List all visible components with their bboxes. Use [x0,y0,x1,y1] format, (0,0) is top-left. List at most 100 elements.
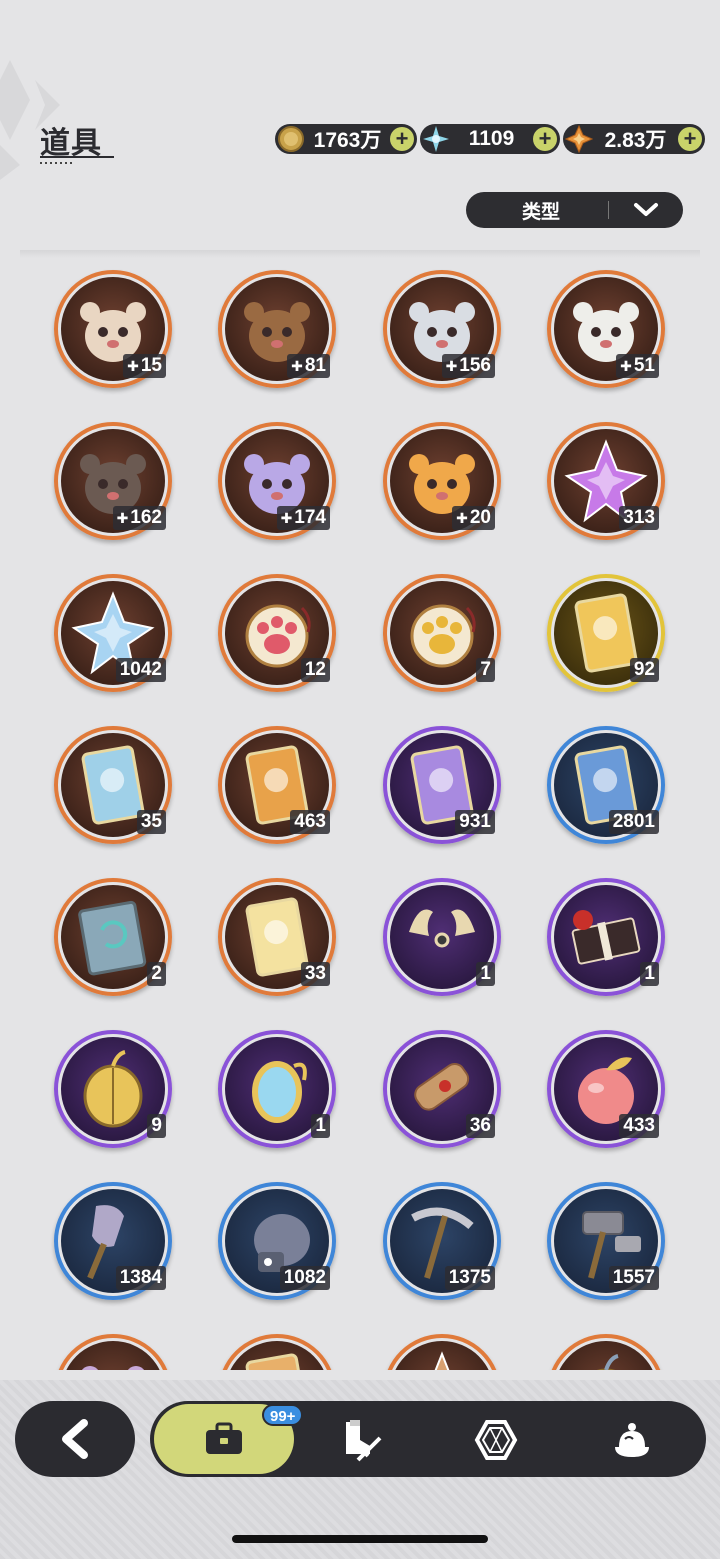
item-count-value: 1082 [283,1267,326,1288]
item-count-value: 12 [304,659,326,680]
currency-gold: 1763万 + [275,124,417,154]
add-gold-button[interactable]: + [390,127,414,151]
item-bear-plush-fragment[interactable]: ✚ 81 [218,270,336,388]
item-count-value: 36 [469,1115,491,1136]
item-count-value: 92 [633,659,655,680]
magic-mirror-icon [252,1061,307,1123]
golden-beetle-icon [83,1050,143,1128]
item-count: ✚ 162 [112,506,166,530]
item-rainbow-character-card[interactable]: 35 [54,726,172,844]
item-orange-character-card[interactable]: 463 [218,726,336,844]
currency-value: 1109 [468,127,515,150]
fragment-icon: ✚ [127,358,139,374]
briefcase-icon [206,1422,242,1454]
item-cat-plush-fragment[interactable]: ✚ 15 [54,270,172,388]
header-divider [20,250,700,258]
fragment-icon: ✚ [116,510,129,526]
item-count-value: 931 [459,811,491,832]
item-pickaxe[interactable]: 1375 [383,1182,501,1300]
item-clover-card[interactable]: 33 [218,878,336,996]
tab-equipment[interactable] [330,1412,390,1468]
title-dots [40,162,72,164]
item-dark-bear-plush-fragment[interactable]: ✚ 162 [54,422,172,540]
currency-value: 1763万 [313,129,382,152]
item-knight-plush-fragment[interactable]: ✚ 156 [383,270,501,388]
chevron-left-icon [62,1419,88,1459]
item-gift-box[interactable]: 1 [547,878,665,996]
fragment-icon: ✚ [456,510,468,526]
item-red-paw-pendant[interactable]: 12 [218,574,336,692]
item-gold-paw-pendant[interactable]: 7 [383,574,501,692]
partial-item-1-icon [82,1366,144,1370]
item-count: ✚ 20 [452,506,495,530]
pudding-icon [615,1423,649,1457]
item-count-value: 1384 [119,1267,162,1288]
item-count-value: 162 [130,507,162,528]
item-count-value: 1557 [612,1267,655,1288]
item-count: 1384 [115,1266,166,1290]
back-button[interactable] [15,1401,135,1477]
partial-item-2-icon [245,1353,309,1370]
item-count: 33 [300,962,330,986]
item-white-cat-plush-fragment[interactable]: ✚ 51 [547,270,665,388]
golden-horns-icon [409,909,475,948]
item-count-value: 7 [480,659,491,680]
add-crystal-button[interactable]: + [533,127,557,151]
item-count: 1557 [608,1266,659,1290]
item-count: 1375 [444,1266,495,1290]
item-peach[interactable]: 433 [547,1030,665,1148]
item-count-value: 313 [623,507,655,528]
orange-star-gem-icon [565,125,593,153]
item-lilac-cat-plush-fragment[interactable]: ✚ 174 [218,422,336,540]
item-magic-mirror[interactable]: 1 [218,1030,336,1148]
item-count-value: 2 [151,963,162,984]
item-count: 2 [147,962,166,986]
fragment-icon: ✚ [620,358,632,374]
item-count: 313 [619,506,659,530]
item-scroll[interactable]: 36 [383,1030,501,1148]
item-tiger-plush-fragment[interactable]: ✚ 20 [383,422,501,540]
gold-coin-icon [277,125,305,153]
item-count: ✚ 156 [441,354,495,378]
title-underline [40,156,114,158]
item-hammer[interactable]: 1557 [547,1182,665,1300]
add-star-gem-button[interactable]: + [678,127,702,151]
item-count-value: 433 [623,1115,655,1136]
item-count-value: 51 [633,355,655,376]
item-count: 1 [476,962,495,986]
item-shovel[interactable]: 1384 [54,1182,172,1300]
item-blue-star-crystal[interactable]: 1042 [54,574,172,692]
item-count: 36 [465,1114,495,1138]
item-count-value: 15 [140,355,162,376]
item-recycle-book[interactable]: 2 [54,878,172,996]
tab-food[interactable] [602,1412,662,1468]
item-golden-character-card[interactable]: 92 [547,574,665,692]
item-count-value: 1 [644,963,655,984]
notification-badge: 99+ [262,1404,304,1426]
item-count-value: 156 [459,355,491,376]
item-purple-character-card[interactable]: 931 [383,726,501,844]
item-partial-item-2[interactable] [218,1334,336,1370]
partial-item-4-icon [597,1354,619,1370]
currency-star-gem: 2.83万 + [563,124,705,154]
item-blue-character-card[interactable]: 2801 [547,726,665,844]
item-count: ✚ 51 [616,354,659,378]
fragment-icon: ✚ [280,510,293,526]
item-golden-beetle[interactable]: 9 [54,1030,172,1148]
gold-paw-pendant-icon [410,604,476,668]
fragment-icon: ✚ [445,358,458,374]
type-filter-dropdown[interactable]: 类型 [466,192,683,228]
gift-box-icon [571,910,641,965]
item-count: 1 [311,1114,330,1138]
item-partial-item-4[interactable] [547,1334,665,1370]
item-boxing-glove[interactable]: 1082 [218,1182,336,1300]
item-count: 92 [629,658,659,682]
item-purple-star-crystal[interactable]: 313 [547,422,665,540]
item-partial-item-1[interactable] [54,1334,172,1370]
item-count: 9 [147,1114,166,1138]
tab-gems[interactable] [466,1412,526,1468]
item-partial-item-3[interactable] [383,1334,501,1370]
currency-crystal: 1109 + [420,124,560,154]
item-count: ✚ 81 [287,354,330,378]
item-golden-horns[interactable]: 1 [383,878,501,996]
